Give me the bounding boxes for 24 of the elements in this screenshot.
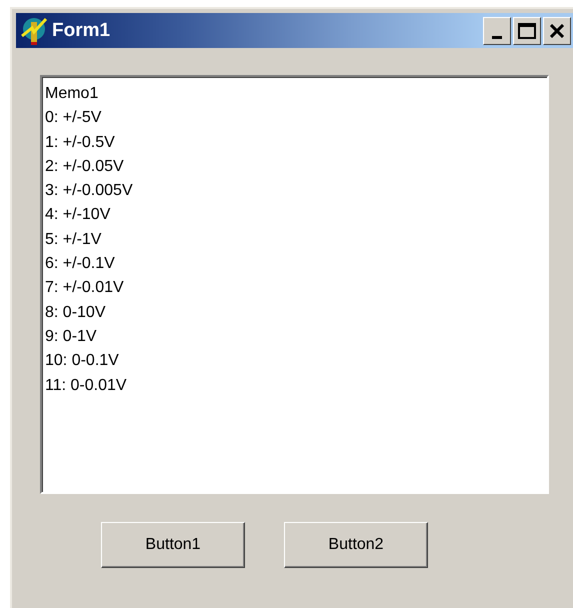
memo-line: 3: +/-0.005V bbox=[45, 181, 134, 202]
memo-line: 6: +/-0.1V bbox=[45, 254, 116, 274]
memo-line: 7: +/-0.01V bbox=[45, 278, 125, 298]
memo-line: 11: 0-0.01V bbox=[45, 376, 128, 396]
minimize-icon bbox=[492, 36, 502, 39]
memo-line: 2: +/-0.05V bbox=[45, 156, 125, 177]
minimize-button[interactable] bbox=[483, 16, 511, 44]
window-title: Form1 bbox=[52, 20, 112, 42]
memo-line: 9: 0-1V bbox=[45, 326, 98, 347]
memo-line: 1: +/-0.5V bbox=[45, 132, 116, 153]
maximize-button[interactable] bbox=[513, 16, 541, 44]
close-icon bbox=[550, 24, 564, 38]
push-button[interactable]: Button2 bbox=[284, 522, 428, 568]
memo-line: 4: +/-10V bbox=[45, 205, 112, 226]
memo-line: 5: +/-1V bbox=[45, 230, 102, 250]
memo-line: 8: 0-10V bbox=[45, 302, 106, 323]
memo-field[interactable]: Memo1 0: +/-5V 1: +/-0.5V 2: +/-0.05V 3: +/-0.005V 4: +/-10V 5: +/-1V 6: +/-0.1V 7: +/-0.01V 8: 0-10V 9: 0-1V 10: 0-0.1V 11: 0-0.01V bbox=[40, 75, 549, 494]
memo-line: 0: +/-5V bbox=[45, 108, 102, 128]
push-button[interactable]: Button1 bbox=[101, 522, 245, 568]
maximize-icon bbox=[518, 22, 536, 38]
close-button[interactable] bbox=[543, 16, 571, 44]
memo-line: 10: 0-0.1V bbox=[45, 351, 120, 372]
app-icon bbox=[20, 16, 48, 46]
memo-line: Memo1 bbox=[45, 84, 100, 104]
